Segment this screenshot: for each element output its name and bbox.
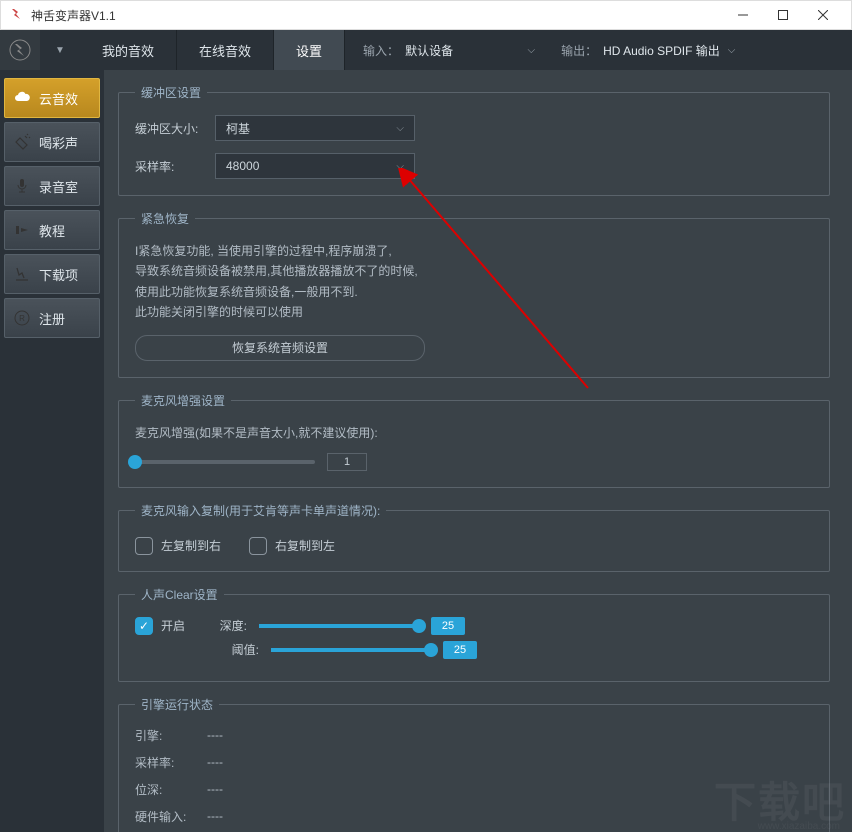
gain-value: 1 — [327, 453, 367, 471]
dropdown-toggle[interactable]: ▼ — [40, 30, 80, 70]
svg-text:R: R — [19, 314, 25, 323]
clap-icon — [13, 133, 31, 151]
sidebar-label: 录音室 — [39, 177, 78, 196]
sidebar-item-cheer[interactable]: 喝彩声 — [4, 122, 100, 162]
sidebar-label: 下载项 — [39, 265, 78, 284]
buffer-size-select[interactable]: 柯基 ⌵ — [215, 115, 415, 141]
topbar: ▼ 我的音效 在线音效 设置 输入： 默认设备 ⌵ 输出： HD Audio S… — [0, 30, 852, 70]
sidebar: 云音效 喝彩声 录音室 教程 下载项 R 注册 — [0, 70, 104, 832]
chevron-down-icon: ⌵ — [396, 161, 404, 172]
threshold-value: 25 — [443, 641, 477, 659]
input-device-value: 默认设备 — [405, 42, 453, 59]
content-panel: 缓冲区设置 缓冲区大小: 柯基 ⌵ 采样率: 48000 ⌵ 紧急恢复 I紧急恢… — [104, 70, 852, 832]
clear-enable-label: 开启 — [161, 617, 185, 634]
threshold-slider[interactable] — [271, 648, 431, 652]
buffer-size-label: 缓冲区大小: — [135, 120, 215, 137]
copy-group: 麦克风输入复制(用于艾肯等声卡单声道情况): 左复制到右 右复制到左 — [118, 502, 830, 572]
mic-icon — [13, 177, 31, 195]
recover-description: I紧急恢复功能, 当使用引擎的过程中,程序崩溃了, 导致系统音频设备被禁用,其他… — [135, 241, 813, 323]
depth-slider[interactable] — [259, 624, 419, 628]
minimize-button[interactable] — [723, 1, 763, 29]
app-icon — [9, 7, 25, 23]
status-legend: 引擎运行状态 — [135, 696, 219, 713]
recover-button[interactable]: 恢复系统音频设置 — [135, 335, 425, 361]
threshold-label: 阈值: — [209, 641, 259, 658]
gain-legend: 麦克风增强设置 — [135, 392, 231, 409]
buffer-legend: 缓冲区设置 — [135, 84, 207, 101]
sidebar-label: 教程 — [39, 221, 65, 240]
tutorial-icon — [13, 221, 31, 239]
depth-label: 深度: — [197, 617, 247, 634]
sidebar-item-register[interactable]: R 注册 — [4, 298, 100, 338]
checkbox-icon — [135, 537, 153, 555]
bit-label: 位深: — [135, 781, 207, 798]
bit-value: ---- — [207, 782, 223, 796]
copy-right-checkbox[interactable]: 右复制到左 — [249, 537, 335, 555]
clear-group: 人声Clear设置 ✓ 开启 深度: 25 阈值: 25 — [118, 586, 830, 682]
depth-value: 25 — [431, 617, 465, 635]
hwin-value: ---- — [207, 809, 223, 823]
clear-legend: 人声Clear设置 — [135, 586, 224, 603]
sample-rate-select[interactable]: 48000 ⌵ — [215, 153, 415, 179]
output-label: 输出： — [551, 42, 603, 59]
titlebar: 神舌变声器V1.1 — [0, 0, 852, 30]
engine-value: ---- — [207, 728, 223, 742]
input-device-select[interactable]: 默认设备 ⌵ — [405, 42, 535, 59]
hwin-label: 硬件输入: — [135, 808, 207, 825]
status-rate-label: 采样率: — [135, 754, 207, 771]
copy-right-label: 右复制到左 — [275, 537, 335, 554]
gain-slider[interactable] — [135, 460, 315, 464]
chevron-down-icon: ⌵ — [396, 123, 404, 134]
recover-group: 紧急恢复 I紧急恢复功能, 当使用引擎的过程中,程序崩溃了, 导致系统音频设备被… — [118, 210, 830, 378]
sidebar-label: 云音效 — [39, 89, 78, 108]
maximize-button[interactable] — [763, 1, 803, 29]
main-area: 云音效 喝彩声 录音室 教程 下载项 R 注册 缓冲区设置 缓冲区大小: — [0, 70, 852, 832]
sidebar-item-download[interactable]: 下载项 — [4, 254, 100, 294]
sidebar-item-cloud[interactable]: 云音效 — [4, 78, 100, 118]
tab-settings[interactable]: 设置 — [274, 30, 345, 70]
register-icon: R — [13, 309, 31, 327]
copy-legend: 麦克风输入复制(用于艾肯等声卡单声道情况): — [135, 502, 386, 519]
download-icon — [13, 265, 31, 283]
sidebar-label: 注册 — [39, 309, 65, 328]
buffer-group: 缓冲区设置 缓冲区大小: 柯基 ⌵ 采样率: 48000 ⌵ — [118, 84, 830, 196]
output-device-value: HD Audio SPDIF 输出 — [603, 42, 720, 59]
buffer-size-value: 柯基 — [226, 120, 250, 137]
window-title: 神舌变声器V1.1 — [31, 7, 723, 24]
clear-enable-checkbox[interactable]: ✓ 开启 — [135, 617, 185, 635]
input-device-section: 输入： 默认设备 ⌵ — [345, 30, 543, 70]
tab-my-effects[interactable]: 我的音效 — [80, 30, 177, 70]
close-button[interactable] — [803, 1, 843, 29]
input-label: 输入： — [353, 42, 405, 59]
copy-left-checkbox[interactable]: 左复制到右 — [135, 537, 221, 555]
output-device-section: 输出： HD Audio SPDIF 输出 ⌵ — [543, 30, 743, 70]
tab-online-effects[interactable]: 在线音效 — [177, 30, 274, 70]
watermark-url: www.xiazaiba.com — [758, 821, 840, 832]
chevron-down-icon: ⌵ — [728, 45, 736, 56]
chevron-down-icon: ⌵ — [527, 45, 535, 56]
logo-button[interactable] — [0, 30, 40, 70]
copy-left-label: 左复制到右 — [161, 537, 221, 554]
sidebar-label: 喝彩声 — [39, 133, 78, 152]
sample-rate-label: 采样率: — [135, 158, 215, 175]
status-rate-value: ---- — [207, 755, 223, 769]
sidebar-item-tutorial[interactable]: 教程 — [4, 210, 100, 250]
checkbox-icon: ✓ — [135, 617, 153, 635]
gain-tip: 麦克风增强(如果不是声音太小,就不建议使用): — [135, 423, 813, 443]
engine-label: 引擎: — [135, 727, 207, 744]
output-device-select[interactable]: HD Audio SPDIF 输出 ⌵ — [603, 42, 735, 59]
sidebar-item-record[interactable]: 录音室 — [4, 166, 100, 206]
cloud-icon — [13, 89, 31, 107]
window-controls — [723, 1, 843, 29]
gain-group: 麦克风增强设置 麦克风增强(如果不是声音太小,就不建议使用): 1 — [118, 392, 830, 488]
recover-legend: 紧急恢复 — [135, 210, 195, 227]
checkbox-icon — [249, 537, 267, 555]
sample-rate-value: 48000 — [226, 159, 259, 173]
